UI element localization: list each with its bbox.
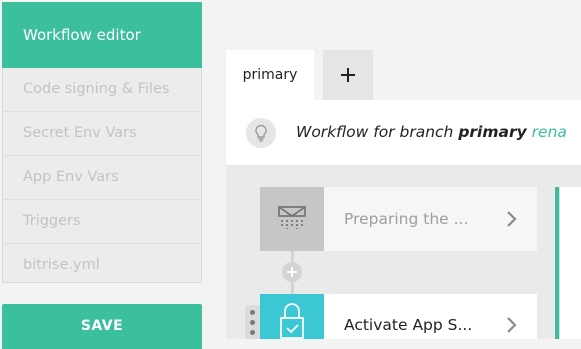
workflow-info-bar: Workflow for branch primary rena	[226, 100, 581, 166]
sidebar-item-bitrise-yml[interactable]: bitrise.yml	[3, 244, 201, 287]
sidebar-menu: Code signing & Files Secret Env Vars App…	[2, 68, 202, 283]
chevron-right-icon	[506, 210, 517, 232]
branch-name: primary	[458, 123, 527, 141]
step-item[interactable]: Activate App S...	[260, 294, 537, 339]
step-label: Preparing the ...	[344, 210, 469, 228]
tab-primary-workflow[interactable]: primary	[226, 50, 314, 100]
add-workflow-tab[interactable]	[323, 50, 373, 100]
info-prefix: Workflow for branch	[296, 123, 459, 141]
add-step-button[interactable]	[282, 262, 302, 282]
sidebar-item-app-env-vars[interactable]: App Env Vars	[3, 156, 201, 200]
rename-link[interactable]: rena	[532, 123, 567, 141]
chevron-right-icon	[506, 316, 517, 338]
workflow-branch-text: Workflow for branch primary rena	[296, 100, 567, 165]
lock-check-icon	[260, 294, 324, 339]
lightbulb-icon	[246, 118, 276, 148]
sidebar-item-secret-env-vars[interactable]: Secret Env Vars	[3, 112, 201, 156]
sidebar-item-code-signing[interactable]: Code signing & Files	[3, 68, 201, 112]
step-item[interactable]: Preparing the ...	[260, 187, 537, 251]
save-button[interactable]: SAVE	[2, 304, 202, 349]
sidebar-item-triggers[interactable]: Triggers	[3, 200, 201, 244]
shower-icon	[260, 187, 324, 251]
sidebar-item-workflow-editor[interactable]: Workflow editor	[2, 2, 202, 68]
step-label: Activate App S...	[344, 316, 473, 334]
sidebar: Workflow editor Code signing & Files Sec…	[0, 0, 203, 349]
step-details-panel	[559, 187, 581, 339]
drag-handle[interactable]	[245, 305, 260, 339]
